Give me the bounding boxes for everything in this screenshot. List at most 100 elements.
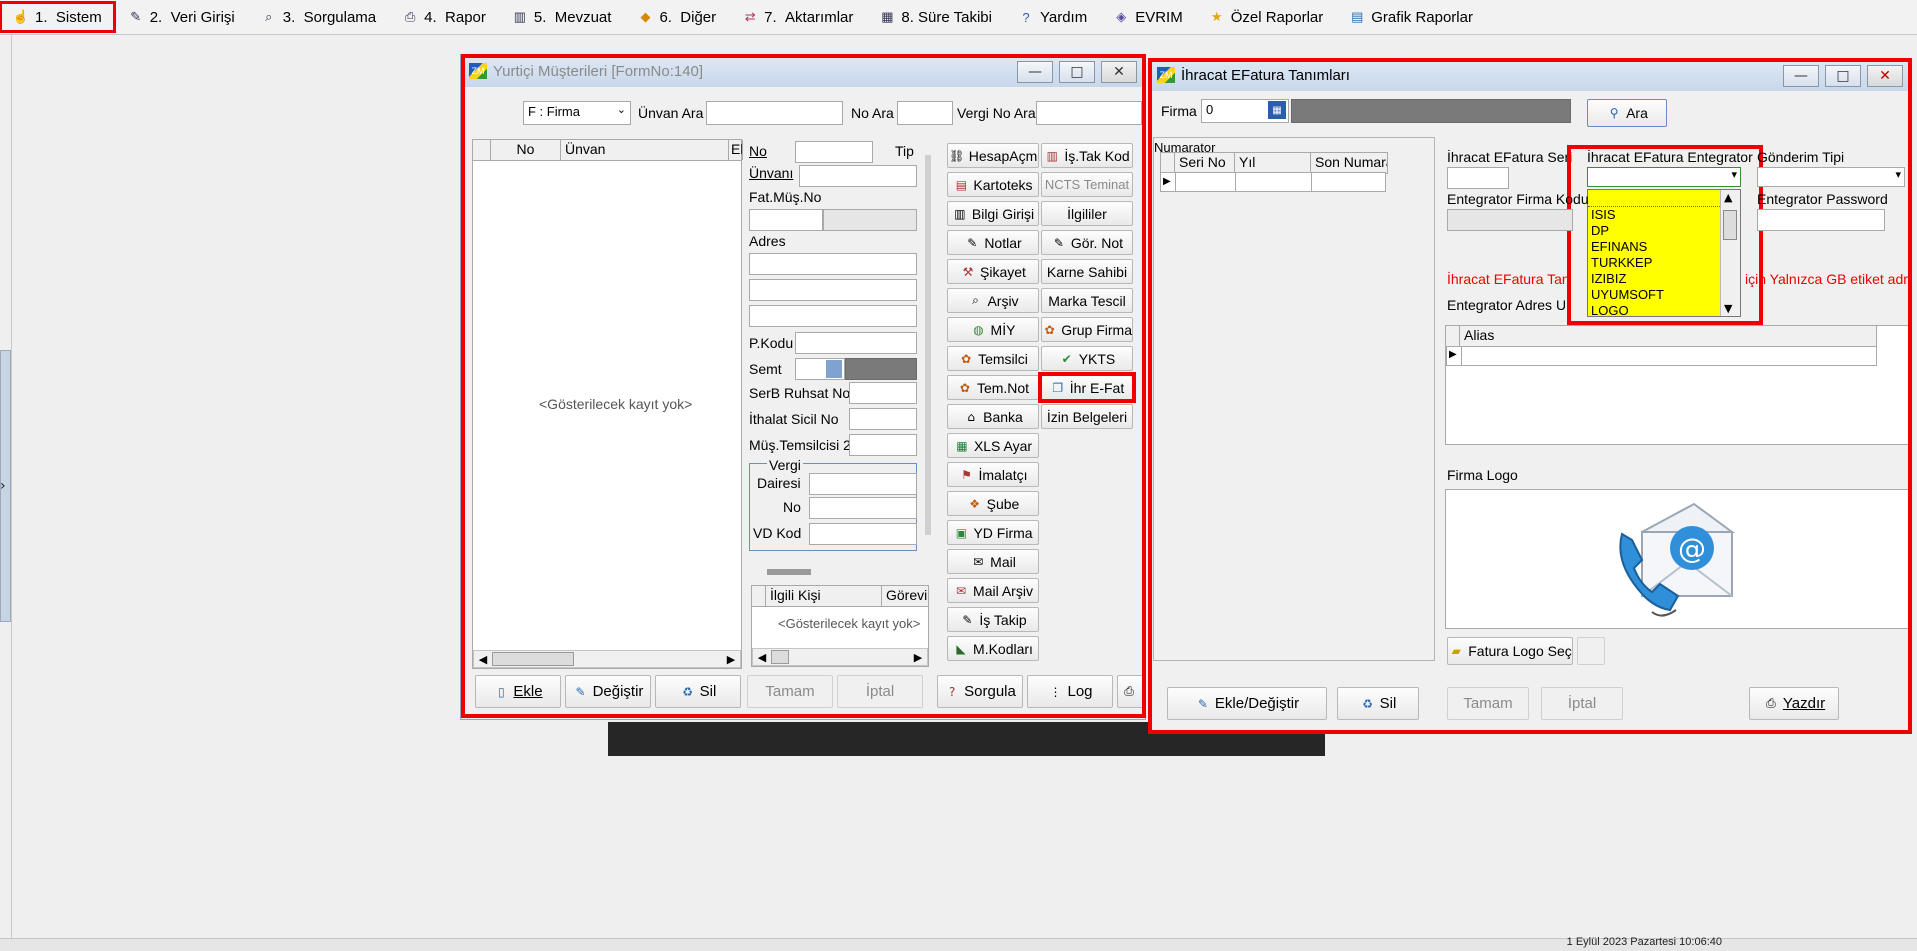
dropdown-option[interactable]: IZIBIZ [1588, 271, 1740, 287]
maximize-button[interactable]: □ [1059, 61, 1095, 83]
sil-button[interactable]: ♻ Sil [1337, 687, 1419, 720]
miy-button[interactable]: ◍ MİY [947, 317, 1039, 342]
banka-button[interactable]: ⌂ Banka [947, 404, 1039, 429]
izin-belgeleri-button[interactable]: İzin Belgeleri [1041, 404, 1133, 429]
notlar-button[interactable]: ✎ Notlar [947, 230, 1039, 255]
col-no[interactable]: No [491, 140, 561, 160]
tamam-button[interactable]: Tamam [747, 675, 833, 708]
scroll-thumb[interactable] [1723, 210, 1737, 240]
ekle-button[interactable]: ▯ Ekle [475, 675, 561, 708]
col-unvan[interactable]: Ünvan [561, 140, 729, 160]
firma-logo-box[interactable]: @ [1445, 489, 1909, 629]
sil-button[interactable]: ♻ Sil [655, 675, 741, 708]
arsiv-button[interactable]: ⌕ Arşiv [947, 288, 1039, 313]
logo-clear-button[interactable] [1577, 637, 1605, 665]
arrow-up-icon[interactable]: ▲ [1724, 191, 1732, 204]
dropdown-option[interactable]: DP [1588, 223, 1740, 239]
customers-titlebar[interactable]: ZM Yurtiçi Müşterileri [FormNo:140] — □ … [461, 55, 1145, 87]
tamam-button[interactable]: Tamam [1447, 687, 1529, 720]
calculator-icon[interactable]: ▦ [1268, 101, 1286, 119]
minimize-button[interactable]: — [1783, 65, 1819, 87]
grup-firma-button[interactable]: ✿ Grup Firma [1041, 317, 1133, 342]
no-ara-input[interactable] [897, 101, 953, 125]
grid-hscroll[interactable]: ◀ ▶ [473, 650, 741, 668]
sorgula-button[interactable]: ? Sorgula [937, 675, 1023, 708]
col-alias[interactable]: Alias [1460, 326, 1876, 346]
col-seri-no[interactable]: Seri No [1175, 153, 1235, 173]
adres-line3[interactable] [749, 305, 917, 327]
dropdown-option[interactable]: LOGO [1588, 303, 1740, 319]
adres-line2[interactable] [749, 279, 917, 301]
temsilci-button[interactable]: ✿ Temsilci [947, 346, 1039, 371]
col-ilgili-kisi[interactable]: İlgili Kişi [766, 586, 882, 606]
detail-scroll-handle[interactable] [767, 569, 811, 575]
minimize-button[interactable]: — [1017, 61, 1053, 83]
dropdown-option[interactable]: ISIS [1588, 207, 1740, 223]
contacts-hscroll[interactable]: ◀ ▶ [752, 648, 928, 666]
vdkod-input[interactable] [809, 523, 917, 545]
numarator-grid[interactable]: Seri No Yıl Son Numara ▶ [1160, 152, 1388, 192]
chevron-right-icon[interactable]: › [0, 478, 6, 494]
dropdown-scrollbar[interactable]: ▲ ▼ [1720, 190, 1740, 316]
menu-evrim[interactable]: ◈ EVRIM [1100, 2, 1196, 32]
is-takip-button[interactable]: ✎ İş Takip [947, 607, 1039, 632]
xls-ayar-button[interactable]: ▦ XLS Ayar [947, 433, 1039, 458]
mail-arsiv-button[interactable]: ✉ Mail Arşiv [947, 578, 1039, 603]
bilgi-girisi-button[interactable]: ▥ Bilgi Girişi [947, 201, 1039, 226]
ithalat-input[interactable] [849, 408, 917, 430]
menu-yardim[interactable]: ? Yardım [1005, 2, 1100, 32]
dropdown-option[interactable]: TURKKEP [1588, 255, 1740, 271]
password-input[interactable] [1757, 209, 1885, 231]
ara-button[interactable]: ⚲ Ara [1587, 99, 1667, 127]
close-button[interactable]: ✕ [1101, 61, 1137, 83]
col-yil[interactable]: Yıl [1235, 153, 1311, 173]
dropdown-option[interactable]: EFINANS [1588, 239, 1740, 255]
firma-select[interactable]: F : Firma ⌄ [523, 101, 631, 125]
scroll-thumb[interactable] [492, 652, 574, 666]
detail-vscroll[interactable] [925, 155, 931, 535]
arrow-left-icon[interactable]: ◀ [474, 651, 492, 667]
no-input[interactable] [795, 141, 873, 163]
sikayet-button[interactable]: ⚒ Şikayet [947, 259, 1039, 284]
semt-input[interactable] [795, 358, 845, 380]
ilgililer-button[interactable]: İlgililer [1041, 201, 1133, 226]
seri-input[interactable] [1447, 167, 1509, 189]
marka-tescil-button[interactable]: Marka Tescil [1041, 288, 1133, 313]
menu-aktarimlar[interactable]: ⇄ 7. Aktarımlar [729, 2, 866, 32]
menu-rapor[interactable]: ⎙ 4. Rapor [389, 2, 499, 32]
contacts-grid[interactable]: İlgili Kişi Görevi <Gösterilecek kayıt y… [751, 585, 929, 667]
arrow-right-icon[interactable]: ▶ [909, 649, 927, 665]
menu-mevzuat[interactable]: ▥ 5. Mevzuat [499, 2, 625, 32]
unvan-ara-input[interactable] [706, 101, 843, 125]
tem-not-button[interactable]: ✿ Tem.Not [947, 375, 1039, 400]
serb-input[interactable] [849, 382, 917, 404]
arrow-down-icon[interactable]: ▼ [1724, 302, 1732, 315]
is-tak-kod-button[interactable]: ▥ İş.Tak Kod [1041, 143, 1133, 168]
picker-icon[interactable] [826, 360, 842, 378]
dropdown-option[interactable] [1588, 190, 1740, 207]
col-son-numara[interactable]: Son Numara [1311, 153, 1387, 173]
vergi-no-input[interactable] [809, 497, 917, 519]
firma-kodu-input[interactable] [1447, 209, 1573, 231]
ncts-teminat-button[interactable]: NCTS Teminat [1041, 172, 1133, 197]
fatmus-input[interactable] [749, 209, 823, 231]
menu-ozel-raporlar[interactable]: ★ Özel Raporlar [1196, 2, 1337, 32]
arrow-right-icon[interactable]: ▶ [722, 651, 740, 667]
menu-grafik-raporlar[interactable]: ▤ Grafik Raporlar [1336, 2, 1486, 32]
col-ek[interactable]: Ek [729, 140, 743, 160]
log-button[interactable]: ⋮ Log [1027, 675, 1113, 708]
sube-button[interactable]: ❖ Şube [947, 491, 1039, 516]
iptal-button[interactable]: İptal [837, 675, 923, 708]
numarator-row[interactable]: ▶ [1160, 172, 1386, 192]
karne-sahibi-button[interactable]: Karne Sahibi [1041, 259, 1133, 284]
imalatci-button[interactable]: ⚑ İmalatçı [947, 462, 1039, 487]
unvani-input[interactable] [799, 165, 917, 187]
menu-veri-girisi[interactable]: ✎ 2. Veri Girişi [115, 2, 248, 32]
m-kodlari-button[interactable]: ◣ M.Kodları [947, 636, 1039, 661]
mail-button[interactable]: ✉ Mail [947, 549, 1039, 574]
mustem-input[interactable] [849, 434, 917, 456]
menu-diger[interactable]: ◆ 6. Diğer [624, 2, 729, 32]
menu-sorgulama[interactable]: ⌕ 3. Sorgulama [248, 2, 389, 32]
menu-sistem[interactable]: ☝ 1. Sistem [0, 1, 116, 33]
alias-row[interactable]: ▶ [1446, 346, 1877, 366]
